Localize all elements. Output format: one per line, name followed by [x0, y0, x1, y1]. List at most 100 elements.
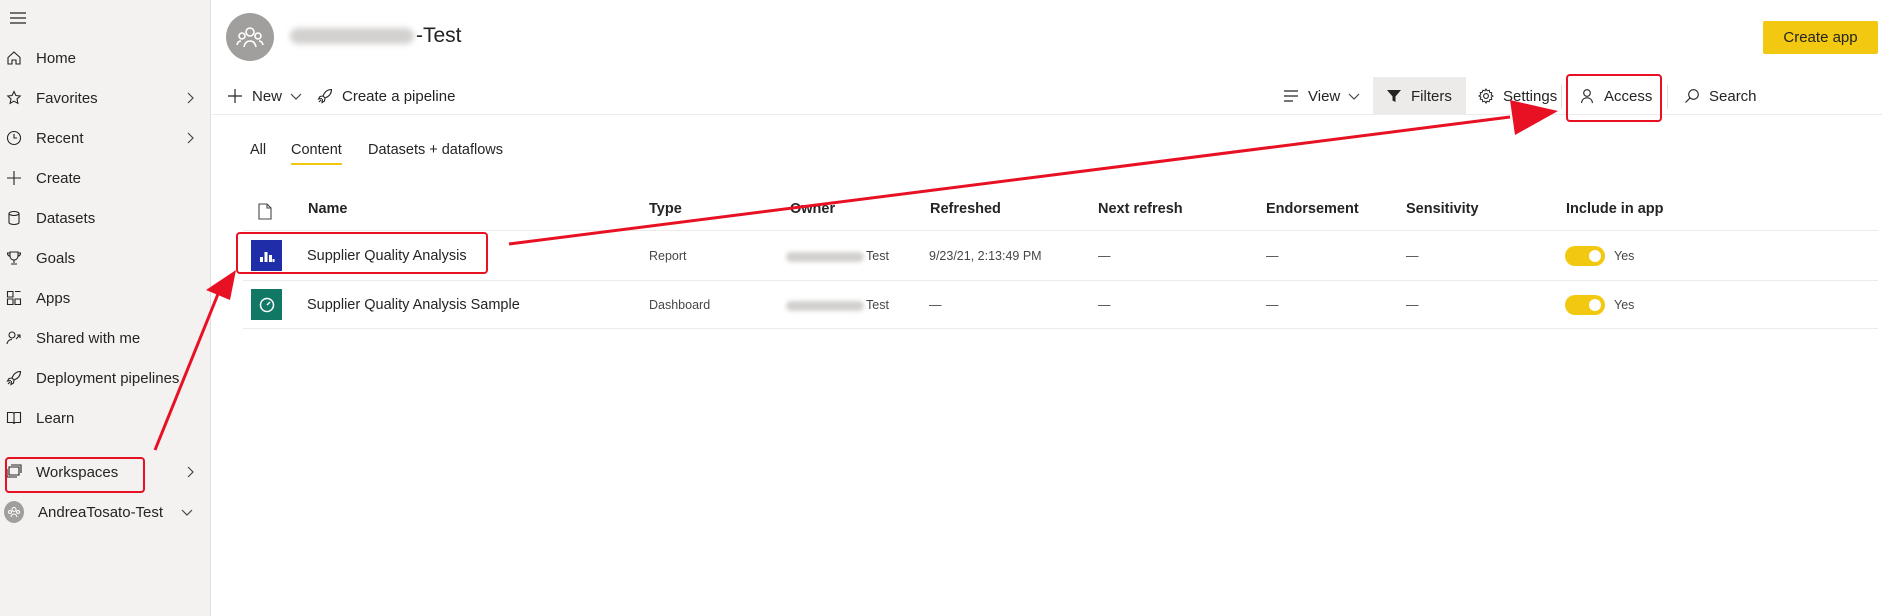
group-icon	[236, 27, 264, 48]
table-row-name[interactable]: Supplier Quality Analysis	[307, 248, 467, 264]
tab-all[interactable]: All	[250, 142, 266, 158]
view-button[interactable]: View	[1282, 80, 1360, 112]
home-icon	[4, 48, 24, 68]
sidebar-item-apps[interactable]: Apps	[0, 280, 210, 316]
chevron-right-icon[interactable]	[183, 131, 197, 145]
rocket-icon	[316, 87, 334, 105]
filters-label: Filters	[1411, 87, 1452, 105]
sidebar-item-home[interactable]: Home	[0, 40, 210, 76]
workspaces-icon	[4, 462, 24, 482]
include-in-app-toggle[interactable]	[1565, 295, 1605, 315]
apps-icon	[4, 288, 24, 308]
table-row-next-refresh: —	[1098, 249, 1111, 263]
access-label: Access	[1604, 87, 1653, 105]
include-in-app-value: Yes	[1614, 249, 1635, 263]
table-row-endorsement: —	[1266, 249, 1279, 263]
row-divider	[243, 328, 1878, 329]
toggle-knob	[1589, 250, 1601, 262]
star-icon	[4, 88, 24, 108]
chevron-right-icon[interactable]	[183, 91, 197, 105]
toggle-knob	[1589, 299, 1601, 311]
column-header-sensitivity[interactable]: Sensitivity	[1406, 201, 1479, 217]
trophy-icon	[4, 248, 24, 268]
workspace-avatar	[226, 13, 274, 61]
sidebar-item-create[interactable]: Create	[0, 160, 210, 196]
include-in-app-value: Yes	[1614, 298, 1635, 312]
column-header-next-refresh[interactable]: Next refresh	[1098, 201, 1183, 217]
sidebar-item-label: Home	[36, 49, 77, 67]
sidebar-item-current-workspace[interactable]: AndreaTosato-Test	[0, 494, 210, 530]
table-row-refreshed: 9/23/21, 2:13:49 PM	[929, 249, 1042, 263]
new-button[interactable]: New	[226, 80, 302, 112]
chevron-down-icon[interactable]	[180, 505, 194, 519]
tab-content[interactable]: Content	[291, 142, 342, 165]
page-title: -Test	[290, 24, 462, 48]
include-in-app-toggle[interactable]	[1565, 246, 1605, 266]
rocket-icon	[4, 368, 24, 388]
access-button[interactable]: Access	[1578, 80, 1652, 112]
header-divider	[212, 114, 1882, 115]
settings-button[interactable]: Settings	[1477, 80, 1557, 112]
plus-icon	[4, 168, 24, 188]
sidebar-item-label: Favorites	[36, 89, 98, 107]
sidebar-item-label: Apps	[36, 289, 71, 307]
settings-label: Settings	[1503, 87, 1558, 105]
row-divider	[243, 280, 1878, 281]
column-header-type[interactable]: Type	[649, 201, 682, 217]
redacted-owner	[786, 251, 864, 262]
search-label: Search	[1709, 87, 1757, 105]
sidebar-item-label: Workspaces	[36, 463, 119, 481]
workspace-avatar-icon	[4, 501, 24, 523]
column-header-include-in-app[interactable]: Include in app	[1566, 201, 1663, 217]
left-nav-pane: Home Favorites Recent Create Datasets Go…	[0, 0, 211, 616]
document-icon	[258, 203, 272, 220]
chevron-down-icon	[290, 93, 302, 100]
sidebar-item-label: Create	[36, 169, 82, 187]
create-app-button[interactable]: Create app	[1763, 21, 1878, 54]
table-row-owner: Test	[786, 249, 889, 263]
sidebar-item-label: AndreaTosato-Test	[38, 503, 164, 521]
hamburger-menu-icon[interactable]	[6, 8, 30, 28]
table-row-sensitivity: —	[1406, 249, 1419, 263]
clock-icon	[4, 128, 24, 148]
redacted-owner	[786, 300, 864, 311]
tab-datasets-dataflows[interactable]: Datasets + dataflows	[368, 142, 503, 158]
table-row-name[interactable]: Supplier Quality Analysis Sample	[307, 297, 520, 313]
sidebar-item-label: Shared with me	[36, 329, 141, 347]
column-header-owner[interactable]: Owner	[790, 201, 835, 217]
sidebar-item-shared-with-me[interactable]: Shared with me	[0, 320, 210, 356]
sidebar-item-workspaces[interactable]: Workspaces	[0, 454, 210, 490]
filters-button[interactable]: Filters	[1373, 77, 1466, 115]
column-header-name[interactable]: Name	[308, 201, 348, 217]
table-row-type: Dashboard	[649, 298, 711, 312]
create-pipeline-button[interactable]: Create a pipeline	[316, 80, 455, 112]
view-list-icon	[1282, 87, 1300, 105]
database-icon	[4, 208, 24, 228]
page-title-text: -Test	[416, 24, 462, 47]
chevron-right-icon[interactable]	[183, 465, 197, 479]
new-label: New	[252, 87, 283, 105]
table-row-refreshed: —	[929, 298, 942, 312]
table-row-next-refresh: —	[1098, 298, 1111, 312]
create-pipeline-label: Create a pipeline	[342, 87, 456, 105]
sidebar-item-goals[interactable]: Goals	[0, 240, 210, 276]
search-button[interactable]: Search	[1683, 80, 1757, 112]
sidebar-item-deployment-pipelines[interactable]: Deployment pipelines	[0, 360, 210, 396]
row-divider	[243, 230, 1878, 231]
shared-icon	[4, 328, 24, 348]
sidebar-item-favorites[interactable]: Favorites	[0, 80, 210, 116]
sidebar-item-learn[interactable]: Learn	[0, 400, 210, 436]
table-row-owner: Test	[786, 298, 889, 312]
gear-icon	[1477, 87, 1495, 105]
view-label: View	[1308, 87, 1341, 105]
sidebar-item-label: Learn	[36, 409, 75, 427]
sidebar-item-recent[interactable]: Recent	[0, 120, 210, 156]
column-header-refreshed[interactable]: Refreshed	[930, 201, 1001, 217]
plus-icon	[226, 87, 244, 105]
column-header-endorsement[interactable]: Endorsement	[1266, 201, 1359, 217]
sidebar-item-label: Datasets	[36, 209, 96, 227]
redacted-name	[290, 28, 414, 44]
sidebar-item-datasets[interactable]: Datasets	[0, 200, 210, 236]
search-icon	[1683, 87, 1701, 105]
sidebar-item-label: Recent	[36, 129, 84, 147]
